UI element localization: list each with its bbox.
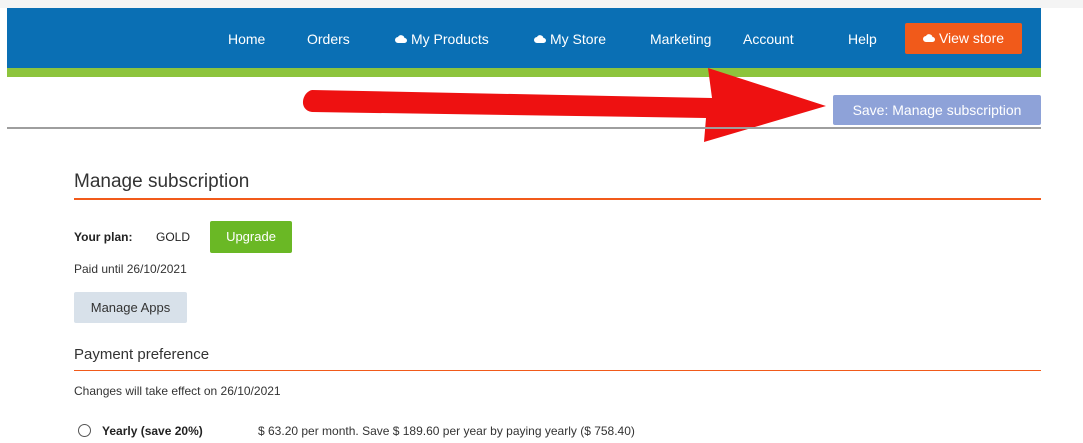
nav-my-products-label: My Products — [411, 31, 489, 47]
view-store-label: View store — [938, 30, 1005, 46]
top-nav-bar: Home Orders My Products My Store Marketi… — [7, 8, 1041, 68]
nav-marketing[interactable]: Marketing — [650, 8, 711, 68]
nav-orders[interactable]: Orders — [307, 8, 350, 68]
cloud-icon — [922, 34, 935, 43]
changes-note: Changes will take effect on 26/10/2021 — [74, 384, 281, 398]
top-strip — [0, 0, 1083, 8]
nav-home[interactable]: Home — [228, 8, 265, 68]
payment-preference-title: Payment preference — [74, 346, 210, 363]
cloud-icon — [534, 35, 546, 44]
title-divider — [74, 198, 1041, 200]
save-manage-subscription-button[interactable]: Save: Manage subscription — [833, 95, 1041, 125]
plan-label: Your plan: — [74, 230, 133, 244]
nav-my-store[interactable]: My Store — [534, 8, 606, 68]
manage-apps-button[interactable]: Manage Apps — [74, 292, 187, 323]
nav-my-store-label: My Store — [550, 31, 607, 47]
page-title: Manage subscription — [74, 171, 250, 192]
yearly-radio[interactable] — [78, 424, 91, 437]
payment-divider — [74, 370, 1041, 371]
nav-help[interactable]: Help — [848, 8, 877, 68]
yearly-option-label[interactable]: Yearly (save 20%) — [102, 424, 203, 438]
nav-my-products[interactable]: My Products — [395, 8, 489, 68]
view-store-button[interactable]: View store — [905, 23, 1022, 54]
toolbar-divider — [7, 127, 1041, 129]
nav-account[interactable]: Account — [743, 8, 794, 68]
plan-value: GOLD — [156, 230, 191, 244]
cloud-icon — [395, 35, 407, 44]
nav-accent-bar — [7, 68, 1041, 77]
paid-until-text: Paid until 26/10/2021 — [74, 262, 187, 276]
yearly-option-description: $ 63.20 per month. Save $ 189.60 per yea… — [258, 424, 635, 438]
upgrade-button[interactable]: Upgrade — [210, 221, 292, 253]
